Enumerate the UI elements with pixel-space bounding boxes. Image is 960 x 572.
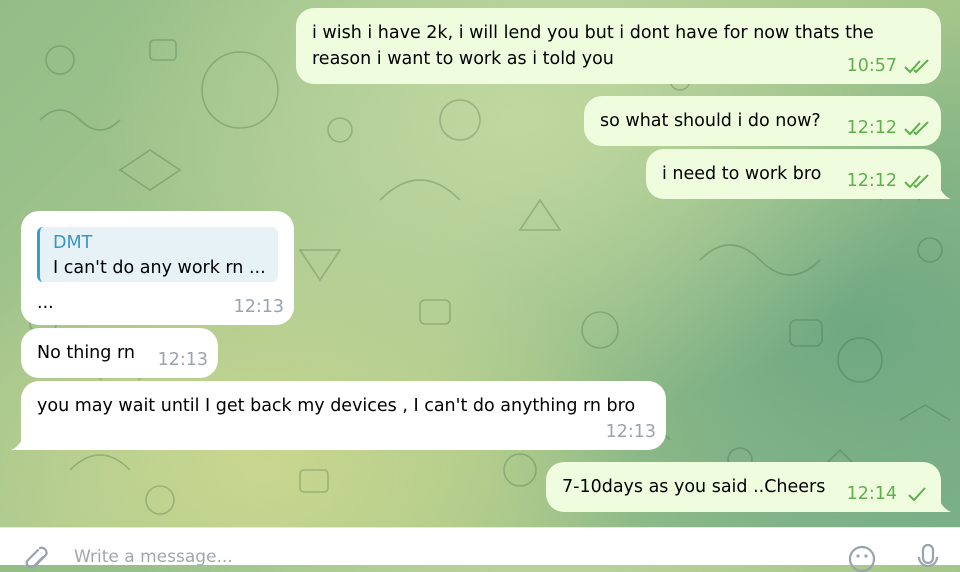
message-meta: 12:12 [847,115,931,141]
reply-preview[interactable]: DMT I can't do any work rn ... [37,227,278,282]
read-double-check-icon [904,174,929,189]
reply-sender-name: DMT [53,233,93,253]
outgoing-message[interactable]: i need to work bro 12:12 [646,149,941,199]
message-meta: 10:57 [847,53,931,79]
message-time: 10:57 [846,56,897,76]
outgoing-message[interactable]: i wish i have 2k, i will lend you but i … [296,8,941,84]
paperclip-icon[interactable] [18,542,48,572]
message-text-line: reason i want to work as i told you [312,49,614,69]
message-time: 12:12 [846,118,897,138]
incoming-message[interactable]: you may wait until I get back my devices… [21,381,666,450]
incoming-message[interactable]: No thing rn 12:13 [21,328,218,378]
read-double-check-icon [904,121,929,136]
message-text: you may wait until I get back my devices… [37,396,636,416]
smiley-icon[interactable] [847,542,877,572]
message-meta: 12:14 [847,481,931,507]
message-list: i wish i have 2k, i will lend you but i … [0,0,960,527]
message-text: ... [37,293,54,313]
outgoing-message[interactable]: 7-10days as you said ..Cheers 12:14 [546,462,941,512]
message-meta: 12:13 [606,419,656,445]
outgoing-message[interactable]: so what should i do now? 12:12 [584,96,941,146]
message-time: 12:12 [846,171,897,191]
reply-text: I can't do any work rn ... [53,258,266,278]
message-time: 12:14 [846,484,897,504]
message-text-line: i wish i have 2k, i will lend you but i … [312,23,874,43]
message-composer [0,527,960,572]
bubble-tail [937,181,951,199]
bubble-tail [11,432,25,450]
microphone-icon[interactable] [913,542,943,572]
message-meta: 12:13 [234,294,284,320]
message-meta: 12:12 [847,168,931,194]
message-time: 12:13 [233,297,284,317]
message-time: 12:13 [605,422,656,442]
read-double-check-icon [904,59,929,74]
bubble-tail [937,494,951,512]
message-meta: 12:13 [158,347,208,373]
sent-single-check-icon [908,487,926,502]
incoming-message[interactable]: DMT I can't do any work rn ... ... 12:13 [21,211,294,325]
message-time: 12:13 [157,350,208,370]
